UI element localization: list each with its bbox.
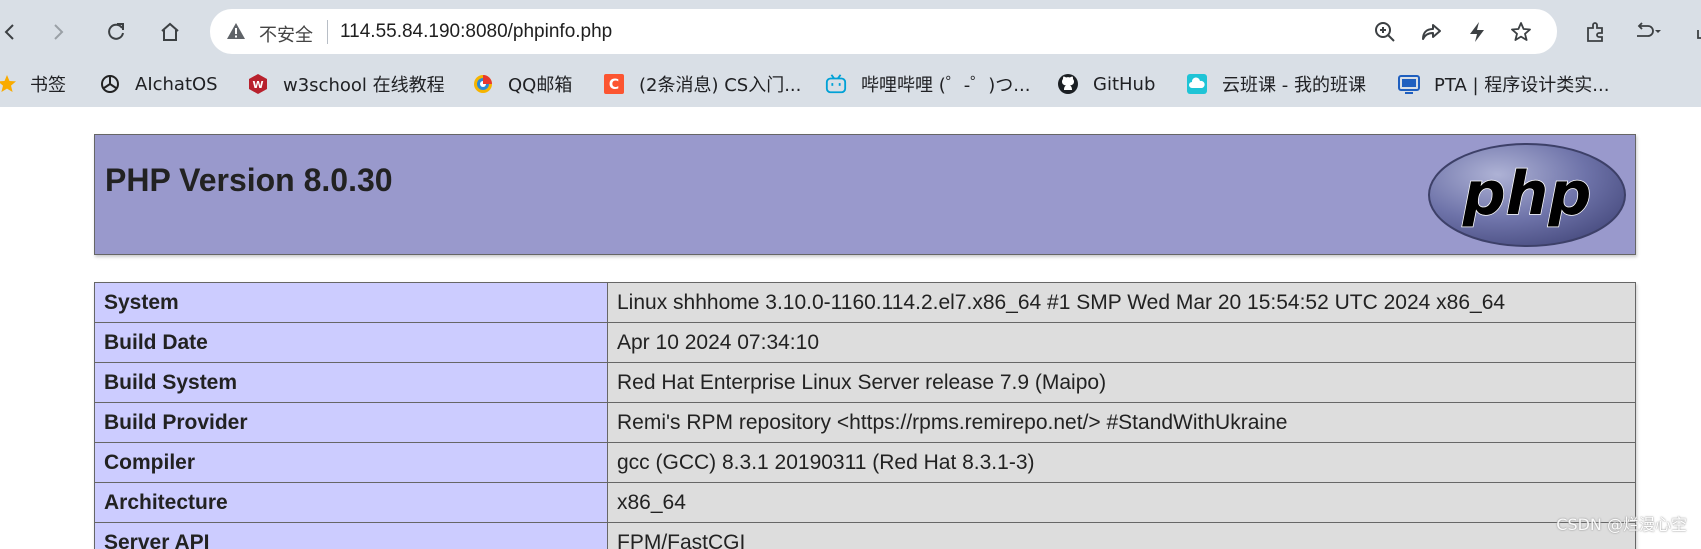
reload-icon [108, 23, 124, 40]
row-value: FPM/FastCGI [607, 522, 1636, 549]
reload-button[interactable] [98, 14, 134, 50]
bookmark-label: w3school 在线教程 [283, 75, 445, 96]
bookmark-label: AIchatOS [135, 73, 218, 95]
row-key: Build System [94, 362, 608, 403]
back-button[interactable] [0, 14, 28, 50]
row-value: Red Hat Enterprise Linux Server release … [607, 362, 1636, 403]
bilibili-icon [825, 73, 847, 95]
forward-button[interactable] [40, 14, 76, 50]
csdn-icon: C [603, 73, 625, 95]
star-icon [0, 73, 18, 95]
bookmark-item[interactable]: PTA | 程序设计类实... [1398, 69, 1609, 99]
bookmark-item[interactable]: 哔哩哔哩 (゜-゜)つ... [825, 69, 1030, 99]
github-icon [1057, 73, 1079, 95]
bookmark-item[interactable]: C (2条消息) CS入门... [603, 69, 801, 99]
row-value: Apr 10 2024 07:34:10 [607, 322, 1636, 363]
table-row: Server API FPM/FastCGI [94, 522, 1636, 549]
cloud-class-icon [1186, 73, 1208, 95]
table-row: Compiler gcc (GCC) 8.3.1 20190311 (Red H… [94, 442, 1636, 483]
page-title: PHP Version 8.0.30 [105, 162, 393, 198]
bookmark-label: 书签 [30, 75, 66, 96]
bookmark-item[interactable]: W w3school 在线教程 [247, 69, 445, 99]
table-row: Build Provider Remi's RPM repository <ht… [94, 402, 1636, 443]
table-row: System Linux shhhome 3.10.0-1160.114.2.e… [94, 282, 1636, 323]
row-key: System [94, 282, 608, 323]
bookmarks-bar: 书签 AIchatOS W w3school 在线教程 QQ邮箱 C (2条消息… [0, 62, 1701, 107]
php-info-table: System Linux shhhome 3.10.0-1160.114.2.e… [94, 282, 1636, 549]
bookmark-star-icon[interactable] [1508, 19, 1534, 45]
table-row: Build Date Apr 10 2024 07:34:10 [94, 322, 1636, 363]
forward-arrow-icon [54, 24, 64, 40]
qqmail-icon [472, 73, 494, 95]
bookmark-label: 云班课 - 我的班课 [1222, 75, 1366, 96]
lightning-icon[interactable] [1464, 19, 1490, 45]
back-arrow-icon [4, 24, 14, 40]
pta-icon [1398, 73, 1420, 95]
bookmark-label: PTA | 程序设计类实... [1434, 75, 1610, 96]
bookmark-label: 哔哩哔哩 (゜-゜)つ... [861, 75, 1031, 96]
w3school-icon: W [247, 73, 269, 95]
bookmark-label: QQ邮箱 [508, 75, 573, 96]
php-logo[interactable]: php [1427, 142, 1627, 253]
url-text[interactable]: 114.55.84.190:8080/phpinfo.php [340, 21, 612, 43]
corner-icon [1697, 30, 1701, 39]
row-key: Server API [94, 522, 608, 549]
home-button[interactable] [152, 14, 188, 50]
history-menu-button[interactable] [1630, 14, 1666, 50]
row-value: Remi's RPM repository <https://rpms.remi… [607, 402, 1636, 443]
security-label[interactable]: 不安全 [259, 21, 313, 47]
table-row: Build System Red Hat Enterprise Linux Se… [94, 362, 1636, 403]
bookmark-item[interactable]: QQ邮箱 [472, 69, 572, 99]
home-icon [161, 22, 179, 41]
bookmark-item[interactable]: 云班课 - 我的班课 [1186, 69, 1366, 99]
extensions-button[interactable] [1578, 14, 1614, 50]
undo-dropdown-icon [1637, 22, 1661, 37]
omnibox-divider [327, 20, 328, 44]
puzzle-icon [1587, 22, 1603, 42]
page-content: PHP Version 8.0.30 php System Linux shhh… [0, 107, 1701, 549]
browser-toolbar: 不安全 114.55.84.190:8080/phpinfo.php [0, 0, 1701, 62]
row-key: Build Provider [94, 402, 608, 443]
zoom-icon[interactable] [1372, 19, 1398, 45]
bookmark-item[interactable]: GitHub [1057, 69, 1155, 99]
bookmark-label: (2条消息) CS入门... [639, 75, 802, 96]
openai-icon [99, 73, 121, 95]
svg-text:C: C [609, 77, 619, 93]
row-value: Linux shhhome 3.10.0-1160.114.2.el7.x86_… [607, 282, 1636, 323]
bookmark-label: GitHub [1093, 73, 1156, 95]
bookmark-item[interactable]: 书签 [0, 69, 66, 99]
warning-icon[interactable] [226, 22, 246, 45]
svg-text:W: W [252, 80, 263, 91]
row-key: Build Date [94, 322, 608, 363]
more-button[interactable] [1684, 14, 1701, 50]
php-logo-text: php [1462, 159, 1592, 229]
table-row: Architecture x86_64 [94, 482, 1636, 523]
bookmark-item[interactable]: AIchatOS [99, 69, 218, 99]
row-key: Architecture [94, 482, 608, 523]
address-bar[interactable]: 不安全 114.55.84.190:8080/phpinfo.php [210, 9, 1557, 54]
row-value: gcc (GCC) 8.3.1 20190311 (Red Hat 8.3.1-… [607, 442, 1636, 483]
share-icon[interactable] [1418, 19, 1444, 45]
php-version-header: PHP Version 8.0.30 php [94, 134, 1636, 255]
csdn-watermark: CSDN @烂漫心空 [1556, 515, 1687, 534]
row-value: x86_64 [607, 482, 1636, 523]
row-key: Compiler [94, 442, 608, 483]
